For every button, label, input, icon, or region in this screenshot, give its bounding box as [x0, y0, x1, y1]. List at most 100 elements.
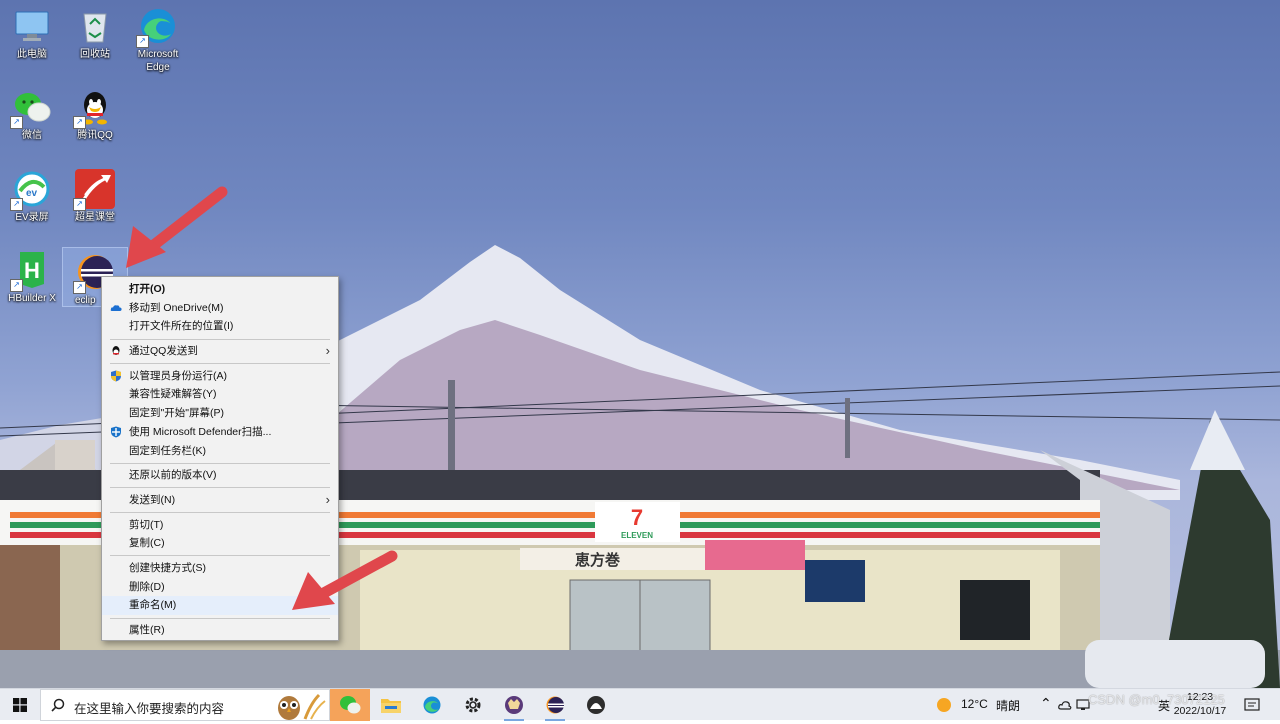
menu-item-label: 复制(C): [129, 537, 165, 550]
tray-overflow-chevron-icon[interactable]: ⌃: [1040, 695, 1052, 712]
svg-text:ev: ev: [26, 188, 38, 199]
menu-item-pin-to-taskbar[interactable]: 固定到任务栏(K): [102, 442, 338, 461]
qq-small-icon: [110, 345, 122, 357]
taskbar-search-box[interactable]: 在这里输入你要搜索的内容: [40, 689, 330, 721]
shortcut-arrow-icon: ↗: [136, 35, 149, 48]
menu-item-rename[interactable]: 重命名(M): [102, 596, 338, 615]
svg-text:H: H: [24, 258, 40, 283]
submenu-chevron-icon: ›: [325, 491, 330, 507]
csdn-watermark: CSDN @m0_73072125: [1088, 692, 1225, 707]
taskbar-wechat[interactable]: [330, 689, 370, 721]
menu-item-label: 兼容性疑难解答(Y): [129, 388, 217, 401]
menu-item-label: 移动到 OneDrive(M): [129, 301, 224, 314]
menu-item-label: 创建快捷方式(S): [129, 561, 206, 574]
menu-item-label: 固定到"开始"屏幕(P): [129, 407, 224, 420]
defender-shield-icon: [110, 426, 122, 438]
cloud-tray-icon[interactable]: [1058, 699, 1072, 714]
shortcut-arrow-icon: ↗: [10, 279, 23, 292]
context-menu: 打开(O) 移动到 OneDrive(M) 打开文件所在的位置(I) 通过QQ发…: [101, 276, 339, 641]
weather-description[interactable]: 晴朗: [996, 697, 1020, 714]
menu-item-move-to-onedrive[interactable]: 移动到 OneDrive(M): [102, 299, 338, 318]
desktop-icon-label: 回收站: [80, 49, 110, 60]
submenu-chevron-icon: ›: [325, 343, 330, 359]
desktop-icon-this-pc[interactable]: 此电脑: [0, 2, 64, 61]
menu-item-label: 固定到任务栏(K): [129, 444, 206, 457]
desktop-icon-label: 此电脑: [17, 49, 47, 60]
menu-item-restore-previous-versions[interactable]: 还原以前的版本(V): [102, 466, 338, 485]
desktop-icon-label: Microsoft Edge: [137, 49, 179, 73]
menu-item-label: 以管理员身份运行(A): [129, 369, 227, 382]
recycle-bin-icon: [75, 6, 115, 46]
media-app-icon: [586, 695, 606, 718]
menu-separator: [110, 338, 330, 340]
start-button[interactable]: [0, 689, 40, 721]
store-banner-text: 恵方巻: [575, 551, 620, 569]
menu-separator: [110, 363, 330, 365]
menu-item-copy[interactable]: 复制(C): [102, 534, 338, 553]
shortcut-arrow-icon: ↗: [10, 198, 23, 211]
taskbar-media-app[interactable]: [576, 689, 616, 721]
edge-icon: [422, 695, 442, 718]
weather-sun-icon: [935, 696, 953, 717]
owl-search-highlight-icon: [269, 691, 329, 724]
store-sign-text: ELEVEN: [621, 531, 653, 540]
ev-recorder-icon: ev ↗: [10, 169, 52, 211]
wechat-icon: [339, 695, 361, 718]
taskbar-game-app[interactable]: [494, 689, 534, 721]
windows-logo-icon: [13, 698, 27, 715]
chaoxing-icon: ↗: [73, 169, 115, 211]
shortcut-arrow-icon: ↗: [73, 281, 86, 294]
notification-icon[interactable]: [1244, 697, 1260, 716]
menu-item-run-as-admin[interactable]: 以管理员身份运行(A): [102, 367, 338, 386]
desktop-icon-label: 超星课堂: [75, 212, 115, 223]
menu-item-label: 发送到(N): [129, 493, 176, 506]
menu-item-properties[interactable]: 属性(R): [102, 621, 338, 640]
desktop-icon-ev-recorder[interactable]: ev ↗ EV录屏: [0, 165, 64, 224]
menu-item-defender-scan[interactable]: 使用 Microsoft Defender扫描...: [102, 423, 338, 442]
desktop-icon-label: HBuilder X: [8, 293, 56, 304]
menu-item-cut[interactable]: 剪切(T): [102, 516, 338, 535]
menu-item-delete[interactable]: 删除(D): [102, 578, 338, 597]
game-app-icon: [504, 695, 524, 718]
menu-item-label: 还原以前的版本(V): [129, 469, 217, 482]
desktop-icon-wechat[interactable]: ↗ 微信: [0, 83, 64, 142]
desktop-icon-hbuilder[interactable]: H ↗ HBuilder X: [0, 246, 64, 305]
desktop-icon-label: 腾讯QQ: [77, 130, 113, 141]
taskbar-eclipse[interactable]: [535, 689, 575, 721]
menu-item-compatibility-troubleshoot[interactable]: 兼容性疑难解答(Y): [102, 385, 338, 404]
menu-separator: [110, 555, 330, 557]
menu-item-label: 打开(O): [129, 283, 166, 295]
menu-item-pin-to-start[interactable]: 固定到"开始"屏幕(P): [102, 404, 338, 423]
desktop-icon-edge[interactable]: ↗ Microsoft Edge: [126, 2, 190, 74]
menu-separator: [110, 512, 330, 514]
menu-separator: [110, 462, 330, 464]
menu-item-send-to[interactable]: 发送到(N) ›: [102, 491, 338, 510]
menu-item-label: 通过QQ发送到: [129, 345, 198, 358]
taskbar-edge[interactable]: [412, 689, 452, 721]
menu-item-label: 重命名(M): [129, 599, 177, 612]
menu-item-label: 剪切(T): [129, 518, 164, 531]
menu-item-open[interactable]: 打开(O): [102, 280, 338, 299]
menu-item-create-shortcut[interactable]: 创建快捷方式(S): [102, 559, 338, 578]
eclipse-icon: [545, 695, 565, 718]
svg-text:7: 7: [631, 505, 643, 530]
desktop-icon-chaoxing[interactable]: ↗ 超星课堂: [63, 165, 127, 224]
shortcut-arrow-icon: ↗: [73, 116, 86, 129]
taskbar-file-explorer[interactable]: [371, 689, 411, 721]
uac-shield-icon: [110, 370, 122, 382]
taskbar-settings[interactable]: [453, 689, 493, 721]
menu-separator: [110, 487, 330, 489]
shortcut-arrow-icon: ↗: [10, 116, 23, 129]
menu-item-send-via-qq[interactable]: 通过QQ发送到 ›: [102, 342, 338, 361]
menu-item-label: 打开文件所在的位置(I): [129, 320, 234, 333]
shortcut-arrow-icon: ↗: [73, 198, 86, 211]
desktop-icon-label: EV录屏: [15, 212, 49, 223]
menu-item-label: 属性(R): [129, 624, 165, 636]
onedrive-icon: [110, 302, 122, 314]
qq-icon: ↗: [73, 87, 115, 129]
wechat-icon: ↗: [10, 87, 52, 129]
weather-temperature[interactable]: 12°C: [961, 697, 988, 711]
menu-item-open-file-location[interactable]: 打开文件所在的位置(I): [102, 317, 338, 336]
desktop-icon-recycle-bin[interactable]: 回收站: [63, 2, 127, 61]
desktop-icon-qq[interactable]: ↗ 腾讯QQ: [63, 83, 127, 142]
